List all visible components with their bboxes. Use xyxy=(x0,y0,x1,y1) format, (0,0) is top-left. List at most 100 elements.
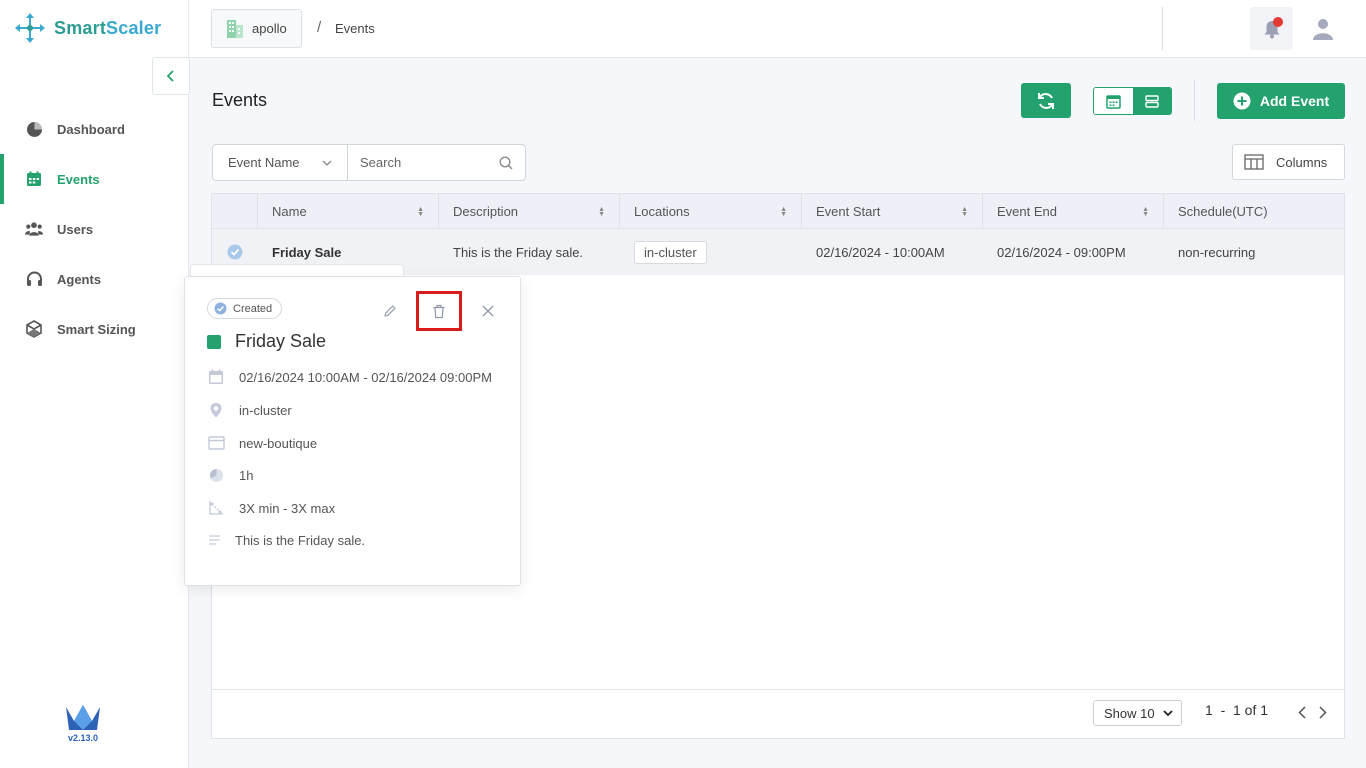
search-placeholder: Search xyxy=(360,155,402,170)
divider xyxy=(1162,7,1163,50)
cluster-selector[interactable]: apollo xyxy=(211,9,302,48)
headset-icon xyxy=(25,270,43,288)
detail-datetime-text: 02/16/2024 10:00AM - 02/16/2024 09:00PM xyxy=(239,369,492,385)
view-toggle xyxy=(1093,87,1172,115)
cell-event-end: 02/16/2024 - 09:00PM xyxy=(997,244,1126,260)
columns-label: Columns xyxy=(1276,154,1328,170)
detail-scaling: 3X min - 3X max xyxy=(207,499,335,517)
user-avatar-icon xyxy=(1313,19,1333,40)
breadcrumb-current: Events xyxy=(335,21,375,36)
breadcrumb-separator: / xyxy=(317,19,322,36)
sort-icon[interactable]: ▲ ▼ xyxy=(598,206,605,218)
notifications-button[interactable] xyxy=(1250,7,1293,50)
sort-icon[interactable]: ▲ ▼ xyxy=(417,206,424,218)
column-label: Event End xyxy=(997,204,1057,219)
sidebar-item-label: Events xyxy=(57,171,100,187)
sidebar: SmartScaler Dashboard Events Users Agent… xyxy=(0,0,190,768)
close-icon xyxy=(482,305,494,317)
sort-icon[interactable]: ▲ ▼ xyxy=(780,206,787,218)
sidebar-item-events[interactable]: Events xyxy=(0,154,188,204)
calendar-view-button[interactable] xyxy=(1094,88,1133,114)
detail-datetime: 02/16/2024 10:00AM - 02/16/2024 09:00PM xyxy=(207,368,492,386)
sort-icon[interactable]: ▲ ▼ xyxy=(961,206,968,218)
chevron-down-icon xyxy=(322,160,332,166)
top-bar: apollo / Events xyxy=(189,0,1366,58)
table-header: Name ▲ ▼ Description ▲ ▼ Locations ▲ ▼ Even… xyxy=(212,194,1344,229)
crown-logo-icon xyxy=(66,705,100,730)
add-event-button[interactable]: Add Event xyxy=(1217,83,1345,119)
chevron-left-icon xyxy=(1298,705,1306,719)
delete-event-button[interactable] xyxy=(416,291,462,331)
location-pin-icon xyxy=(207,401,225,419)
column-header-event-end[interactable]: Event End ▲ ▼ xyxy=(983,194,1164,229)
search-filter: Event Name Search xyxy=(212,144,526,181)
chevron-down-icon xyxy=(1163,710,1173,716)
logo-text-scaler: Scaler xyxy=(106,17,162,38)
pie-chart-icon xyxy=(25,120,43,138)
pagination-range: 1 - 1 of 1 xyxy=(1205,702,1269,718)
window-icon xyxy=(207,434,225,452)
page-size-value: Show 10 xyxy=(1104,705,1155,721)
scaling-axis-icon xyxy=(207,499,225,517)
close-popover-button[interactable] xyxy=(474,295,502,327)
sidebar-item-users[interactable]: Users xyxy=(0,204,188,254)
filter-field-select[interactable]: Event Name xyxy=(213,145,348,180)
detail-location-text: in-cluster xyxy=(239,402,292,418)
event-color-swatch xyxy=(207,334,221,349)
column-label: Locations xyxy=(634,204,690,219)
user-menu-button[interactable] xyxy=(1307,13,1339,45)
search-icon xyxy=(499,156,513,169)
sidebar-item-agents[interactable]: Agents xyxy=(0,254,188,304)
sidebar-item-label: Smart Sizing xyxy=(57,321,136,337)
detail-description: This is the Friday sale. xyxy=(207,531,365,549)
column-header-locations[interactable]: Locations ▲ ▼ xyxy=(620,194,802,229)
select-column-header xyxy=(212,194,258,229)
page-size-select[interactable]: Show 10 xyxy=(1093,700,1182,726)
collapse-sidebar-button[interactable] xyxy=(152,57,190,95)
sort-icon[interactable]: ▲ ▼ xyxy=(1142,206,1149,218)
notification-dot xyxy=(1273,17,1283,27)
chevron-right-icon xyxy=(1319,705,1327,719)
detail-duration: 1h xyxy=(207,466,253,484)
column-header-name[interactable]: Name ▲ ▼ xyxy=(258,194,439,229)
detail-location: in-cluster xyxy=(207,401,292,419)
timer-icon xyxy=(207,466,225,484)
detail-namespace: new-boutique xyxy=(207,434,317,452)
popover-actions xyxy=(376,291,502,331)
check-circle-icon xyxy=(214,302,227,315)
detail-description-text: This is the Friday sale. xyxy=(235,532,366,548)
page-title: Events xyxy=(212,90,268,110)
detail-scaling-text: 3X min - 3X max xyxy=(239,500,336,516)
app-logo[interactable]: SmartScaler xyxy=(14,12,161,44)
cube-icon xyxy=(25,320,43,338)
column-header-schedule: Schedule(UTC) xyxy=(1164,194,1344,229)
refresh-button[interactable] xyxy=(1021,83,1071,118)
column-header-description[interactable]: Description ▲ ▼ xyxy=(439,194,620,229)
search-input[interactable]: Search xyxy=(348,145,525,180)
column-label: Schedule(UTC) xyxy=(1178,204,1268,219)
columns-icon xyxy=(1244,154,1264,170)
sidebar-item-smart-sizing[interactable]: Smart Sizing xyxy=(0,304,188,354)
calendar-icon xyxy=(25,170,43,188)
detail-duration-text: 1h xyxy=(239,467,254,483)
next-page-button[interactable] xyxy=(1314,702,1332,722)
logo-icon xyxy=(15,13,45,43)
text-lines-icon xyxy=(207,531,221,549)
previous-page-button[interactable] xyxy=(1293,702,1311,722)
status-badge: Created xyxy=(207,298,283,319)
pencil-icon xyxy=(384,305,396,317)
popover-title: Friday Sale xyxy=(207,331,326,352)
column-label: Event Start xyxy=(816,204,881,219)
sidebar-item-dashboard[interactable]: Dashboard xyxy=(0,104,188,154)
list-view-button[interactable] xyxy=(1132,88,1171,114)
logo-text-smart: Smart xyxy=(54,17,107,38)
sidebar-nav: Dashboard Events Users Agents Smart Sizi… xyxy=(0,104,188,354)
cell-event-start: 02/16/2024 - 10:00AM xyxy=(816,244,945,260)
column-header-event-start[interactable]: Event Start ▲ ▼ xyxy=(802,194,983,229)
event-detail-popover: Created Friday Sale 02/16/2024 10:00AM -… xyxy=(184,276,521,586)
sidebar-item-label: Dashboard xyxy=(57,121,125,137)
columns-button[interactable]: Columns xyxy=(1232,144,1345,180)
edit-event-button[interactable] xyxy=(376,295,404,327)
detail-namespace-text: new-boutique xyxy=(239,435,318,451)
building-icon xyxy=(227,19,243,38)
